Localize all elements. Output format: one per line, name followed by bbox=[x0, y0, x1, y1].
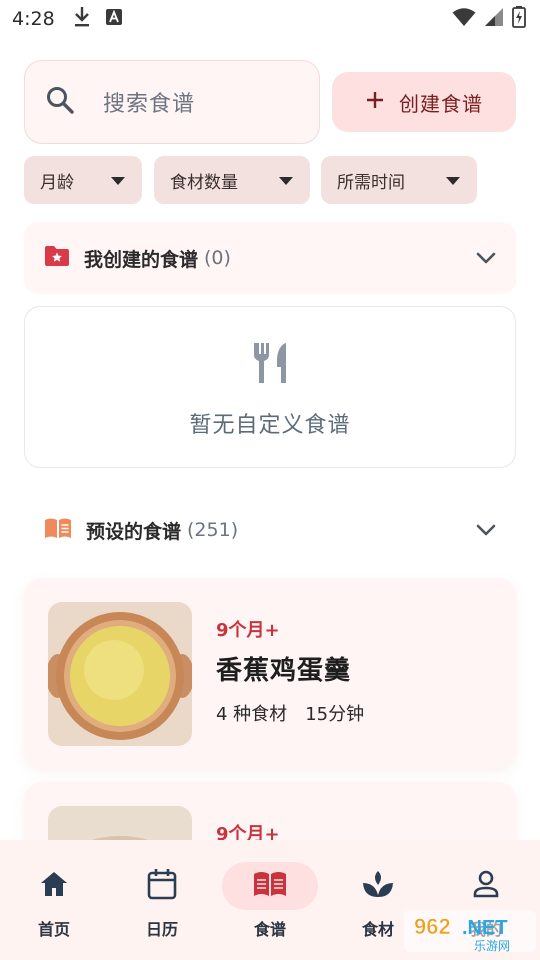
fork-knife-icon bbox=[251, 341, 291, 389]
recipe-duration: 15分钟 bbox=[305, 704, 365, 725]
status-time: 4:28 bbox=[12, 8, 55, 30]
svg-text:962: 962 bbox=[414, 914, 451, 939]
my-recipes-count: (0) bbox=[204, 247, 231, 269]
download-icon bbox=[73, 6, 91, 32]
status-bar: 4:28 bbox=[0, 0, 540, 38]
empty-recipes-card: 暂无自定义食谱 bbox=[24, 306, 516, 468]
nav-recipes-label: 食谱 bbox=[253, 920, 286, 939]
person-icon bbox=[472, 870, 500, 902]
preset-recipes-title: 预设的食谱 bbox=[86, 520, 182, 543]
chevron-down-icon[interactable] bbox=[476, 249, 496, 268]
battery-icon bbox=[512, 6, 526, 32]
create-recipe-label: 创建食谱 bbox=[399, 91, 483, 116]
starred-folder-icon bbox=[44, 245, 70, 271]
open-book-icon bbox=[44, 517, 72, 543]
search-input[interactable]: 搜索食谱 bbox=[24, 60, 320, 144]
recipe-card[interactable]: 9个月+ 香蕉鸡蛋羹 4 种食材 15分钟 bbox=[24, 578, 516, 768]
app-notification-icon bbox=[105, 8, 123, 30]
search-icon bbox=[45, 85, 75, 119]
create-recipe-button[interactable]: 创建食谱 bbox=[332, 72, 516, 132]
filter-age[interactable]: 月龄 bbox=[24, 156, 142, 204]
filter-ingredient-count-label: 食材数量 bbox=[170, 172, 238, 193]
search-placeholder: 搜索食谱 bbox=[103, 92, 196, 117]
dropdown-arrow-icon bbox=[110, 171, 126, 190]
chevron-down-icon[interactable] bbox=[476, 521, 496, 540]
recipe-thumbnail bbox=[48, 602, 192, 746]
recipe-meta: 4 种食材 15分钟 bbox=[216, 700, 364, 726]
preset-recipes-count: (251) bbox=[187, 519, 239, 541]
filter-time[interactable]: 所需时间 bbox=[321, 156, 477, 204]
svg-text:.NET: .NET bbox=[462, 917, 508, 939]
dropdown-arrow-icon bbox=[445, 171, 461, 190]
signal-icon bbox=[484, 7, 504, 31]
nav-recipes[interactable]: 食谱 bbox=[216, 840, 324, 960]
nav-home-label: 首页 bbox=[37, 920, 70, 939]
wifi-icon bbox=[452, 7, 476, 31]
recipe-age: 9个月+ bbox=[216, 620, 280, 641]
site-watermark-logo: 962 .NET 乐游网 bbox=[400, 906, 540, 956]
preset-recipes-header[interactable]: 预设的食谱 (251) bbox=[24, 494, 516, 566]
home-icon bbox=[39, 870, 69, 902]
my-recipes-title: 我创建的食谱 bbox=[84, 248, 199, 271]
recipe-name: 香蕉鸡蛋羹 bbox=[216, 656, 352, 686]
nav-calendar-label: 日历 bbox=[145, 920, 178, 939]
calendar-icon bbox=[147, 868, 177, 904]
recipe-book-icon bbox=[253, 871, 287, 901]
nav-calendar[interactable]: 日历 bbox=[108, 840, 216, 960]
recipe-ingredient-count: 4 种食材 bbox=[216, 704, 288, 725]
sprout-icon bbox=[362, 869, 394, 903]
empty-recipes-text: 暂无自定义食谱 bbox=[189, 413, 351, 438]
nav-ingredients-label: 食材 bbox=[361, 920, 394, 939]
svg-text:乐游网: 乐游网 bbox=[474, 939, 510, 953]
filter-time-label: 所需时间 bbox=[337, 172, 405, 193]
filter-ingredient-count[interactable]: 食材数量 bbox=[154, 156, 310, 204]
filter-age-label: 月龄 bbox=[40, 172, 74, 193]
dropdown-arrow-icon bbox=[278, 171, 294, 190]
nav-home[interactable]: 首页 bbox=[0, 840, 108, 960]
my-recipes-header[interactable]: 我创建的食谱 (0) bbox=[24, 222, 516, 294]
plus-icon bbox=[365, 90, 385, 114]
